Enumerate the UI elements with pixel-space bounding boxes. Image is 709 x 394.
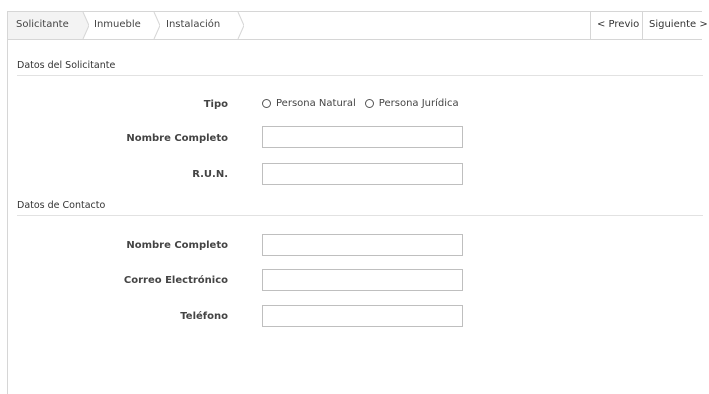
- tipo-radio-group: Persona Natural Persona Jurídica: [262, 98, 468, 109]
- step-label: Inmueble: [94, 19, 141, 30]
- step-chevron-icon: [77, 12, 89, 39]
- step-solicitante[interactable]: Solicitante: [8, 12, 89, 39]
- phone-input[interactable]: [262, 305, 463, 327]
- run-label: R.U.N.: [192, 169, 228, 180]
- tipo-label: Tipo: [203, 99, 228, 110]
- step-inmueble[interactable]: Inmueble: [83, 12, 160, 39]
- step-chevron-icon: [153, 12, 160, 39]
- form-frame: Solicitante Inmueble Instalación < Previ…: [7, 11, 708, 394]
- previous-button[interactable]: < Previo: [590, 12, 642, 39]
- email-input[interactable]: [262, 269, 463, 291]
- step-chevron-icon: [237, 12, 244, 39]
- step-instalacion[interactable]: Instalación: [154, 12, 244, 39]
- applicant-name-input[interactable]: [262, 126, 463, 148]
- run-input[interactable]: [262, 163, 463, 185]
- applicant-name-label: Nombre Completo: [126, 133, 228, 144]
- email-label: Correo Electrónico: [123, 275, 228, 286]
- radio-label: Persona Natural: [276, 98, 356, 109]
- radio-persona-juridica[interactable]: Persona Jurídica: [364, 98, 459, 109]
- radio-button-icon[interactable]: [364, 99, 374, 108]
- step-label: Instalación: [166, 19, 221, 30]
- contact-name-label: Nombre Completo: [126, 240, 228, 251]
- applicant-section-title: Datos del Solicitante: [17, 60, 703, 76]
- next-button[interactable]: Siguiente >: [642, 12, 708, 39]
- step-label: Solicitante: [16, 19, 69, 30]
- radio-label: Persona Jurídica: [378, 98, 459, 109]
- phone-label: Teléfono: [180, 311, 228, 322]
- radio-button-icon[interactable]: [262, 99, 271, 108]
- radio-persona-natural[interactable]: Persona Natural: [262, 98, 356, 109]
- contact-section-title: Datos de Contacto: [17, 200, 703, 216]
- wizard-nav-buttons: < Previo Siguiente >: [590, 12, 708, 39]
- wizard-steps: Solicitante Inmueble Instalación: [8, 12, 244, 39]
- wizard-steps-bar: Solicitante Inmueble Instalación < Previ…: [8, 12, 708, 40]
- contact-name-input[interactable]: [262, 234, 463, 256]
